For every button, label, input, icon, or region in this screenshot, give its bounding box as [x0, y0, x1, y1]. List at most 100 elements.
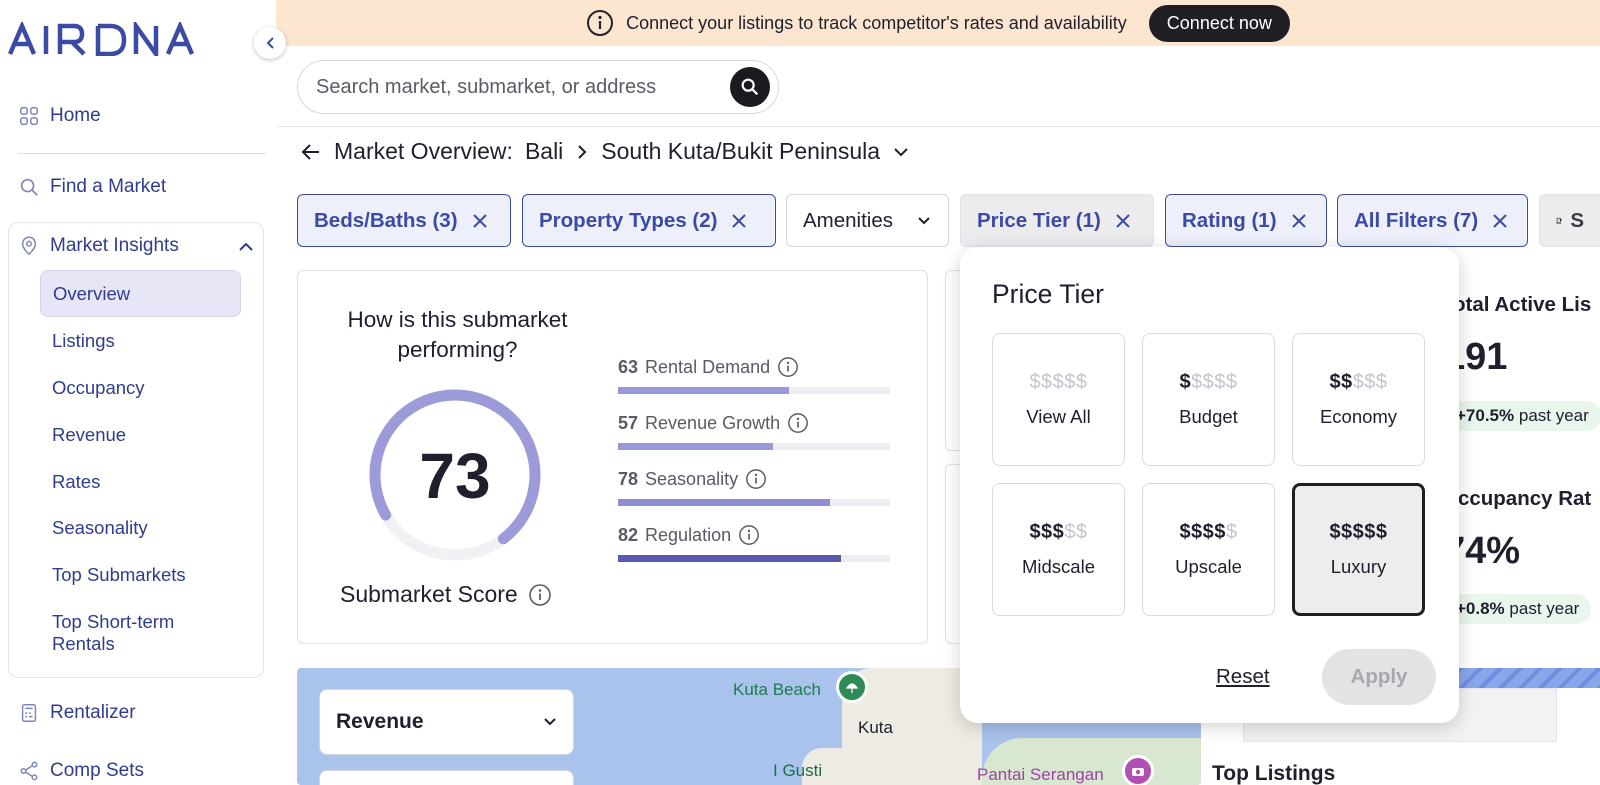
search-placeholder: Search market, submarket, or address	[316, 75, 657, 98]
filter-label: Property Types (2)	[539, 208, 718, 232]
info-icon[interactable]	[777, 356, 799, 378]
sidebar-subitem-label: Overview	[53, 282, 131, 304]
map-label-i-gusti: I Gusti	[773, 761, 823, 780]
save-filters-button[interactable]: S	[1539, 194, 1600, 247]
close-icon[interactable]	[1492, 213, 1508, 229]
sidebar-item-market-insights[interactable]: Market Insights	[18, 235, 179, 257]
header-divider	[276, 126, 1600, 127]
map-metric-value: Revenue	[336, 710, 424, 733]
reset-button[interactable]: Reset	[1216, 665, 1270, 689]
connect-banner: Connect your listings to track competito…	[276, 0, 1600, 46]
filter-property-types[interactable]: Property Types (2)	[522, 194, 776, 247]
breadcrumb-submarket[interactable]: South Kuta/Bukit Peninsula	[601, 138, 880, 165]
dollars-off: $$$$$	[1029, 371, 1088, 393]
chevron-up-icon[interactable]	[238, 240, 254, 254]
dollars-off: $$$$	[1191, 371, 1238, 393]
map-metric-select[interactable]: Revenue	[319, 689, 574, 755]
change-suffix: past year	[1518, 406, 1589, 425]
camera-pin-icon[interactable]	[1122, 755, 1154, 785]
filter-label: Rating (1)	[1182, 208, 1277, 232]
metric-label: Rental Demand	[645, 356, 771, 377]
sidebar-subitem-revenue[interactable]: Revenue	[52, 424, 126, 446]
tier-luxury[interactable]: $$$$$ Luxury	[1292, 483, 1425, 616]
sidebar-subitem-listings[interactable]: Listings	[52, 330, 115, 352]
chevron-left-icon	[266, 37, 274, 49]
sidebar-subitem-rates[interactable]: Rates	[52, 471, 100, 493]
info-icon[interactable]	[738, 524, 760, 546]
close-icon[interactable]	[1115, 213, 1131, 229]
info-icon[interactable]	[528, 583, 552, 607]
umbrella-icon	[845, 683, 859, 693]
breadcrumb: Market Overview: Bali South Kuta/Bukit P…	[300, 138, 910, 165]
sidebar-subitem-overview[interactable]: Overview	[40, 270, 241, 317]
map-label-kuta-beach[interactable]: Kuta Beach	[733, 680, 821, 700]
tier-name: Budget	[1179, 406, 1238, 427]
stat-active-listings-change: +70.5% past year	[1444, 401, 1600, 431]
sidebar-item-find-market[interactable]: Find a Market	[18, 176, 166, 198]
tier-dollars: $$$$$	[1029, 371, 1087, 394]
filter-amenities[interactable]: Amenities	[786, 194, 949, 247]
sidebar-item-label: Home	[50, 105, 101, 126]
chevron-down-icon[interactable]	[892, 145, 910, 159]
close-icon[interactable]	[472, 213, 488, 229]
sidebar-divider	[18, 153, 266, 154]
metric-bar-track	[618, 555, 890, 562]
sidebar-subitem-seasonality[interactable]: Seasonality	[52, 517, 148, 539]
sidebar-subitem-top-submarkets[interactable]: Top Submarkets	[52, 564, 186, 586]
metric-number: 63	[618, 356, 639, 377]
map-secondary-select[interactable]	[319, 770, 574, 785]
sidebar-item-rentalizer[interactable]: Rentalizer	[18, 702, 136, 724]
close-icon[interactable]	[1291, 213, 1307, 229]
map-label-pantai-serangan[interactable]: Pantai Serangan	[977, 765, 1104, 785]
search-input[interactable]: Search market, submarket, or address	[297, 60, 779, 114]
camera-icon	[1132, 768, 1144, 776]
filter-all-filters[interactable]: All Filters (7)	[1337, 194, 1528, 247]
sidebar-subitem-top-str[interactable]: Top Short-term Rentals	[52, 611, 232, 655]
tier-dollars: $$$$$	[1179, 521, 1237, 544]
tier-view-all[interactable]: $$$$$ View All	[992, 333, 1125, 466]
sidebar-item-label: Comp Sets	[50, 760, 144, 781]
score-label-text: Submarket Score	[340, 581, 518, 607]
search-icon	[20, 178, 38, 196]
metric-bar-fill	[618, 555, 842, 562]
stat-active-listings-title: Total Active Lis	[1442, 293, 1592, 316]
beach-pin-icon[interactable]	[836, 671, 868, 703]
back-arrow-icon[interactable]	[300, 142, 322, 162]
metric-label: Seasonality	[645, 468, 739, 489]
tier-upscale[interactable]: $$$$$ Upscale	[1142, 483, 1275, 616]
tier-midscale[interactable]: $$$$$ Midscale	[992, 483, 1125, 616]
collapse-sidebar-button[interactable]	[254, 27, 286, 59]
airdna-logo[interactable]	[8, 22, 198, 56]
breadcrumb-market[interactable]: Bali	[525, 138, 563, 165]
tier-name: View All	[1026, 406, 1091, 427]
stat-occupancy-title: Occupancy Rat	[1442, 487, 1592, 510]
info-icon[interactable]	[787, 412, 809, 434]
filter-beds-baths[interactable]: Beds/Baths (3)	[297, 194, 511, 247]
filter-price-tier[interactable]: Price Tier (1)	[960, 194, 1154, 247]
search-button[interactable]	[730, 67, 770, 107]
dollars-off: $$	[1064, 521, 1088, 543]
tier-dollars: $$$$$	[1179, 371, 1237, 394]
tier-economy[interactable]: $$$$$ Economy	[1292, 333, 1425, 466]
sidebar-item-home[interactable]: Home	[18, 105, 101, 127]
close-icon[interactable]	[731, 213, 747, 229]
filter-rating[interactable]: Rating (1)	[1165, 194, 1327, 247]
metric-number: 78	[618, 468, 639, 489]
chevron-down-icon	[918, 216, 930, 224]
connect-now-button[interactable]: Connect now	[1148, 4, 1290, 42]
share-nodes-icon	[20, 761, 38, 781]
info-icon[interactable]	[745, 468, 767, 490]
change-value: +70.5%	[1456, 406, 1515, 425]
score-question: How is this submarket performing?	[347, 307, 568, 362]
top-listings-heading: Top Listings	[1212, 762, 1336, 785]
tier-name: Midscale	[1022, 556, 1095, 577]
metric-bar-fill	[618, 387, 790, 394]
sidebar-item-comp-sets[interactable]: Comp Sets	[18, 760, 144, 782]
dollars-on: $$	[1329, 371, 1353, 393]
dollars-off: $$$	[1352, 371, 1388, 393]
apply-button[interactable]: Apply	[1322, 649, 1436, 705]
filter-label: All Filters (7)	[1354, 208, 1479, 232]
tier-budget[interactable]: $$$$$ Budget	[1142, 333, 1275, 466]
sidebar-subitem-occupancy[interactable]: Occupancy	[52, 377, 145, 399]
metric-seasonality: 78 Seasonality	[618, 468, 890, 506]
